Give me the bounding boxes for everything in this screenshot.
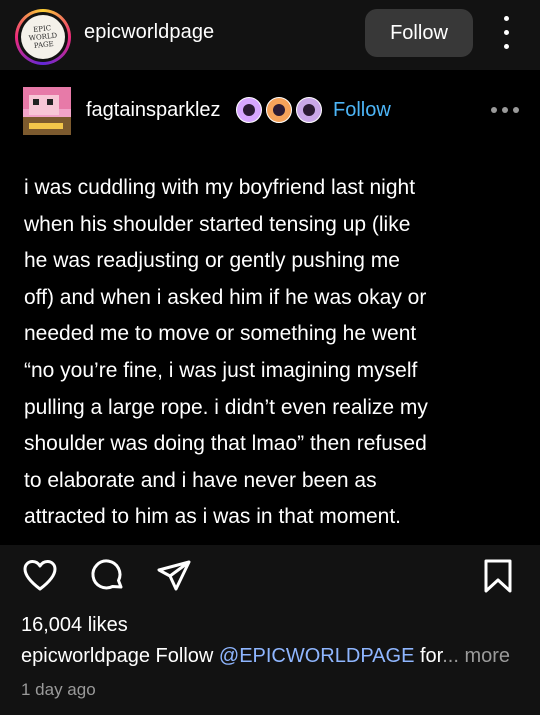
post-line: off) and when i asked him if he was okay…	[24, 285, 427, 309]
tumblr-username: fagtainsparklez	[86, 99, 221, 121]
kebab-menu-icon[interactable]	[497, 14, 517, 52]
caption-username[interactable]: epicworldpage	[21, 645, 150, 667]
post-line: when his shoulder started tensing up (li…	[24, 212, 411, 236]
post-line: he was readjusting or gently pushing me	[24, 249, 400, 273]
post-line: shoulder was doing that lmao” then refus…	[24, 432, 427, 456]
paw-badge-icon	[236, 97, 262, 123]
paw-badge-icon	[296, 97, 322, 123]
caption: epicworldpage Follow @EPICWORLDPAGE for.…	[21, 645, 510, 668]
follow-button[interactable]: Follow	[365, 9, 473, 57]
comment-icon[interactable]	[90, 558, 126, 594]
heart-icon[interactable]	[22, 558, 58, 594]
likes-count[interactable]: 16,004 likes	[21, 614, 128, 637]
post-body-text: i was cuddling with my boyfriend last ni…	[24, 170, 519, 536]
post-timestamp: 1 day ago	[21, 680, 96, 699]
post-line: i was cuddling with my boyfriend last ni…	[24, 176, 416, 199]
post-line: pulling a large rope. i didn’t even real…	[24, 395, 428, 419]
more-dots-icon	[491, 107, 521, 115]
bookmark-icon[interactable]	[480, 558, 516, 594]
tumblr-avatar	[23, 87, 71, 135]
badge-row	[236, 97, 322, 123]
action-bar	[0, 545, 540, 610]
paw-badge-icon	[266, 97, 292, 123]
caption-text: Follow	[149, 645, 219, 667]
post-line: “no you’re fine, i was just imagining my…	[24, 358, 418, 382]
tumblr-follow-link: Follow	[333, 99, 391, 121]
post-line: attracted to him as i was in that moment…	[24, 505, 401, 529]
post-image: fagtainsparklez Follow i was cuddling wi…	[0, 70, 540, 545]
account-avatar[interactable]: EPIC WORLD PAGE	[15, 9, 71, 65]
caption-more-link[interactable]: ... more	[442, 645, 510, 667]
post-line: needed me to move or something he went	[24, 322, 417, 346]
avatar-logo-text: EPIC WORLD PAGE	[28, 24, 58, 50]
account-name[interactable]: epicworldpage	[84, 21, 214, 44]
caption-tail: for	[414, 645, 443, 667]
post-line: to elaborate and i have never been as	[24, 468, 377, 492]
share-icon[interactable]	[156, 558, 192, 594]
post-header: EPIC WORLD PAGE epicworldpage Follow	[0, 0, 540, 70]
caption-mention[interactable]: @EPICWORLDPAGE	[219, 645, 415, 667]
